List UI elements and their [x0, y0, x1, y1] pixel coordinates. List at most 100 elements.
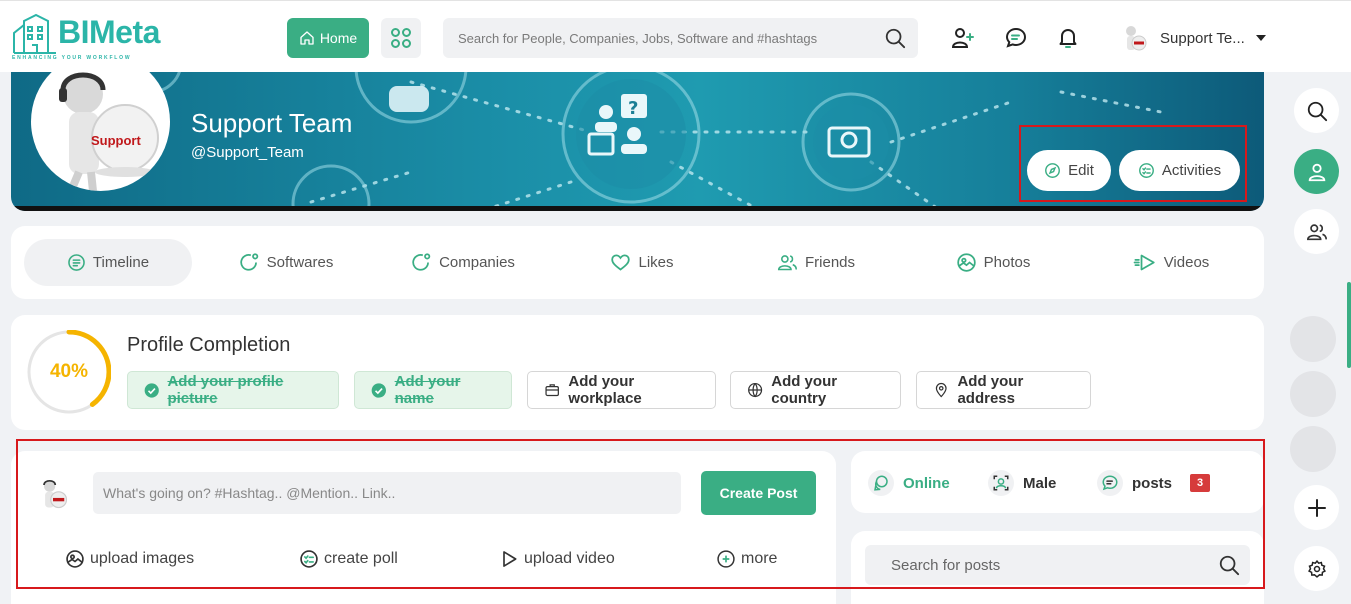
male-icon — [988, 470, 1014, 496]
profile-completion-card: 40% Profile Completion Add your profile … — [11, 315, 1264, 430]
chip-label: Add your address — [957, 373, 1024, 407]
add-friend-button[interactable] — [950, 25, 976, 51]
search-icon[interactable] — [884, 27, 906, 49]
rail-add-button[interactable] — [1294, 485, 1339, 530]
search-icon — [1307, 101, 1327, 121]
photos-icon — [956, 253, 976, 272]
action-label: more — [741, 550, 778, 567]
caret-down-icon[interactable] — [1255, 34, 1267, 42]
chip-name[interactable]: Add your name — [354, 371, 512, 409]
rail-placeholder[interactable] — [1290, 426, 1336, 472]
top-bar: BIMeta ENHANCING YOUR WORKFLOW Home Supp… — [0, 0, 1351, 72]
rail-placeholder[interactable] — [1290, 316, 1336, 362]
profile-avatar[interactable]: Support — [31, 52, 170, 191]
briefcase-icon — [545, 384, 559, 397]
poll-icon — [300, 550, 318, 568]
check-circle-icon — [371, 382, 386, 398]
tab-companies[interactable]: Companies — [388, 239, 538, 286]
apps-grid-icon — [391, 28, 411, 48]
global-search-input[interactable] — [458, 30, 884, 46]
edit-profile-button[interactable]: Edit — [1027, 150, 1111, 191]
heart-icon — [611, 254, 631, 271]
post-search — [865, 545, 1250, 585]
rail-placeholder[interactable] — [1290, 371, 1336, 417]
softwares-icon — [239, 253, 258, 271]
profile-tabs: Timeline Softwares Companies Likes Frien… — [11, 226, 1264, 299]
avatar-badge-text: Support — [91, 133, 141, 148]
rail-groups-button[interactable] — [1294, 209, 1339, 254]
tab-likes[interactable]: Likes — [597, 239, 687, 286]
play-icon — [503, 551, 517, 567]
rail-profile-button[interactable] — [1294, 149, 1339, 194]
companies-icon — [412, 253, 431, 271]
create-poll-button[interactable]: create poll — [299, 547, 398, 571]
upload-images-button[interactable]: upload images — [65, 547, 194, 571]
post-search-card — [851, 531, 1264, 604]
tab-friends[interactable]: Friends — [766, 239, 866, 286]
tab-softwares[interactable]: Softwares — [216, 239, 356, 286]
bell-icon — [1059, 29, 1077, 48]
users-icon — [1306, 223, 1327, 240]
posts-count-badge: 3 — [1190, 474, 1211, 492]
compass-icon — [1045, 163, 1060, 178]
activities-button[interactable]: Activities — [1119, 150, 1240, 191]
apps-grid-button[interactable] — [381, 18, 421, 58]
upload-video-button[interactable]: upload video — [499, 547, 615, 571]
create-post-button[interactable]: Create Post — [701, 471, 816, 515]
more-button[interactable]: more — [716, 547, 777, 571]
chip-country[interactable]: Add your country — [730, 371, 901, 409]
logo-text: BIMeta — [58, 14, 160, 50]
rail-search-button[interactable] — [1294, 88, 1339, 133]
action-label: upload video — [524, 550, 615, 567]
tab-label: Videos — [1163, 254, 1210, 271]
location-pin-icon — [935, 382, 947, 398]
tab-label: Friends — [804, 254, 856, 271]
post-search-input[interactable] — [891, 556, 1218, 574]
gender-label: Male — [1023, 474, 1057, 492]
activities-label: Activities — [1161, 162, 1222, 179]
plus-icon — [1307, 498, 1326, 517]
online-label: Online — [903, 474, 950, 492]
home-icon — [300, 31, 314, 45]
chip-workplace[interactable]: Add your workplace — [527, 371, 716, 409]
messages-button[interactable] — [1003, 25, 1029, 51]
online-status: Online — [868, 469, 950, 497]
check-circle-icon — [144, 382, 159, 398]
rail-settings-button[interactable] — [1294, 546, 1339, 591]
chip-label: Add your workplace — [568, 373, 642, 407]
support-avatar-icon — [43, 479, 68, 509]
chip-address[interactable]: Add your address — [916, 371, 1091, 409]
notifications-button[interactable] — [1055, 25, 1081, 51]
profile-name: Support Team — [191, 108, 353, 138]
banner-edge — [11, 206, 1264, 211]
avatar — [35, 476, 71, 512]
activities-icon — [1138, 163, 1154, 178]
timeline-icon — [68, 254, 85, 271]
support-avatar-icon — [59, 72, 159, 191]
completion-percent: 40% — [49, 361, 89, 382]
profile-handle: @Support_Team — [191, 144, 304, 161]
posts-count[interactable]: posts 3 — [1097, 469, 1211, 497]
image-icon — [66, 550, 84, 568]
chip-profile-picture[interactable]: Add your profile picture — [127, 371, 339, 409]
tab-videos[interactable]: Videos — [1116, 239, 1226, 286]
completion-title: Profile Completion — [127, 334, 291, 356]
tab-label: Softwares — [266, 254, 334, 271]
plus-circle-icon — [717, 550, 735, 568]
search-icon[interactable] — [1218, 554, 1240, 576]
avatar — [1118, 22, 1150, 54]
tab-photos[interactable]: Photos — [943, 239, 1043, 286]
home-button[interactable]: Home — [287, 18, 369, 58]
gender-status: Male — [988, 469, 1056, 497]
user-name: Support Te... — [1160, 29, 1245, 47]
friends-icon — [777, 255, 798, 271]
post-input[interactable] — [93, 472, 681, 514]
scrollbar-thumb[interactable] — [1347, 282, 1351, 368]
online-icon — [868, 470, 894, 496]
posts-label: posts — [1132, 474, 1173, 492]
tab-label: Timeline — [92, 254, 150, 271]
tab-label: Likes — [638, 254, 674, 271]
user-menu[interactable]: Support Te... — [1118, 21, 1267, 55]
tab-timeline[interactable]: Timeline — [24, 239, 192, 286]
globe-icon — [748, 382, 763, 398]
